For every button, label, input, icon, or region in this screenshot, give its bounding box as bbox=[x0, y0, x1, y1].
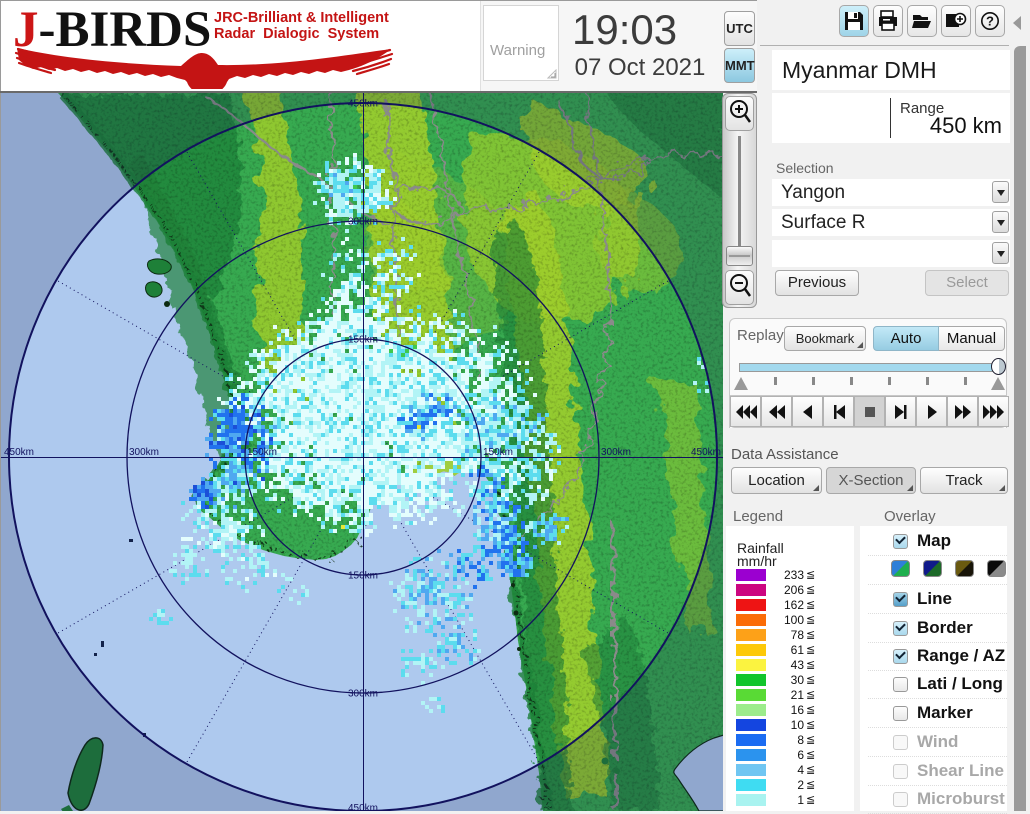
svg-text:300km: 300km bbox=[348, 689, 378, 700]
svg-text:150km: 150km bbox=[348, 571, 378, 582]
svg-text:300km: 300km bbox=[348, 217, 378, 228]
svg-text:450km: 450km bbox=[348, 99, 378, 110]
svg-text:150km: 150km bbox=[348, 335, 378, 346]
svg-text:?: ? bbox=[986, 14, 994, 29]
svg-text:150km: 150km bbox=[483, 447, 513, 458]
svg-text:450km: 450km bbox=[348, 803, 378, 811]
svg-text:300km: 300km bbox=[601, 447, 631, 458]
svg-text:150km: 150km bbox=[247, 447, 277, 458]
svg-text:300km: 300km bbox=[129, 447, 159, 458]
svg-text:450km: 450km bbox=[691, 447, 721, 458]
svg-text:450km: 450km bbox=[4, 447, 34, 458]
